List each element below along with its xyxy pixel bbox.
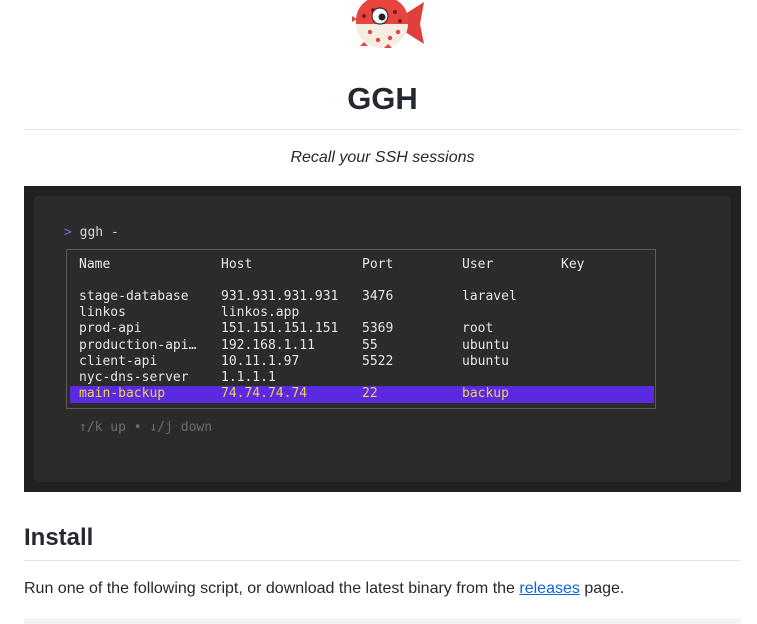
- cell-host: 10.11.1.97: [221, 353, 300, 369]
- install-divider: [24, 560, 741, 561]
- column-header-key: Key: [561, 257, 585, 272]
- keyboard-hint: ↑/k up • ↓/j down: [79, 420, 213, 435]
- cell-name: prod-api: [79, 321, 142, 337]
- install-heading: Install: [24, 524, 94, 551]
- cell-user: ubuntu: [462, 337, 509, 353]
- install-paragraph: Run one of the following script, or down…: [24, 579, 624, 599]
- prompt-caret: >: [64, 225, 72, 240]
- cell-port: 5522: [362, 353, 394, 369]
- releases-link[interactable]: releases: [519, 580, 579, 597]
- cell-host: 151.151.151.151: [221, 321, 339, 337]
- cell-port: 3476: [362, 289, 394, 304]
- code-block: [24, 618, 741, 624]
- cell-port: 5369: [362, 321, 394, 337]
- tagline: Recall your SSH sessions: [290, 149, 475, 166]
- cell-port: 22: [362, 386, 378, 402]
- pufferfish-logo-icon: [352, 0, 424, 48]
- cell-user: laravel: [462, 289, 517, 304]
- terminal-window: > ggh - Name Host Port User Key stage-da…: [34, 196, 731, 482]
- cell-host: 931.931.931.931: [221, 289, 339, 304]
- column-header-host: Host: [221, 257, 253, 272]
- cell-name: production-api…: [79, 337, 197, 353]
- cell-host: 1.1.1.1: [221, 370, 276, 385]
- cell-port: 55: [362, 337, 378, 353]
- cell-user: ubuntu: [462, 353, 509, 369]
- column-header-port: Port: [362, 257, 394, 272]
- cell-user: root: [462, 321, 494, 337]
- cell-host: 192.168.1.11: [221, 337, 315, 353]
- cell-name: linkos: [79, 305, 126, 321]
- terminal-demo-image: > ggh - Name Host Port User Key stage-da…: [24, 186, 741, 492]
- column-header-name: Name: [79, 257, 111, 272]
- cell-host: 74.74.74.74: [221, 386, 308, 402]
- terminal-command: ggh -: [79, 225, 119, 240]
- install-text: Run one of the following script, or down…: [24, 580, 520, 597]
- cell-host: linkos.app: [221, 305, 300, 321]
- page-title: GGH: [347, 81, 418, 116]
- cell-name: stage-database: [79, 289, 189, 304]
- cell-name: client-api: [79, 353, 158, 369]
- cell-name: nyc-dns-server: [79, 370, 189, 385]
- column-header-user: User: [462, 257, 494, 272]
- cell-name: main-backup: [79, 386, 166, 402]
- title-divider: [24, 129, 741, 130]
- terminal-prompt: > ggh -: [64, 225, 119, 241]
- cell-user: backup: [462, 386, 509, 402]
- install-text-end: page.: [579, 580, 625, 597]
